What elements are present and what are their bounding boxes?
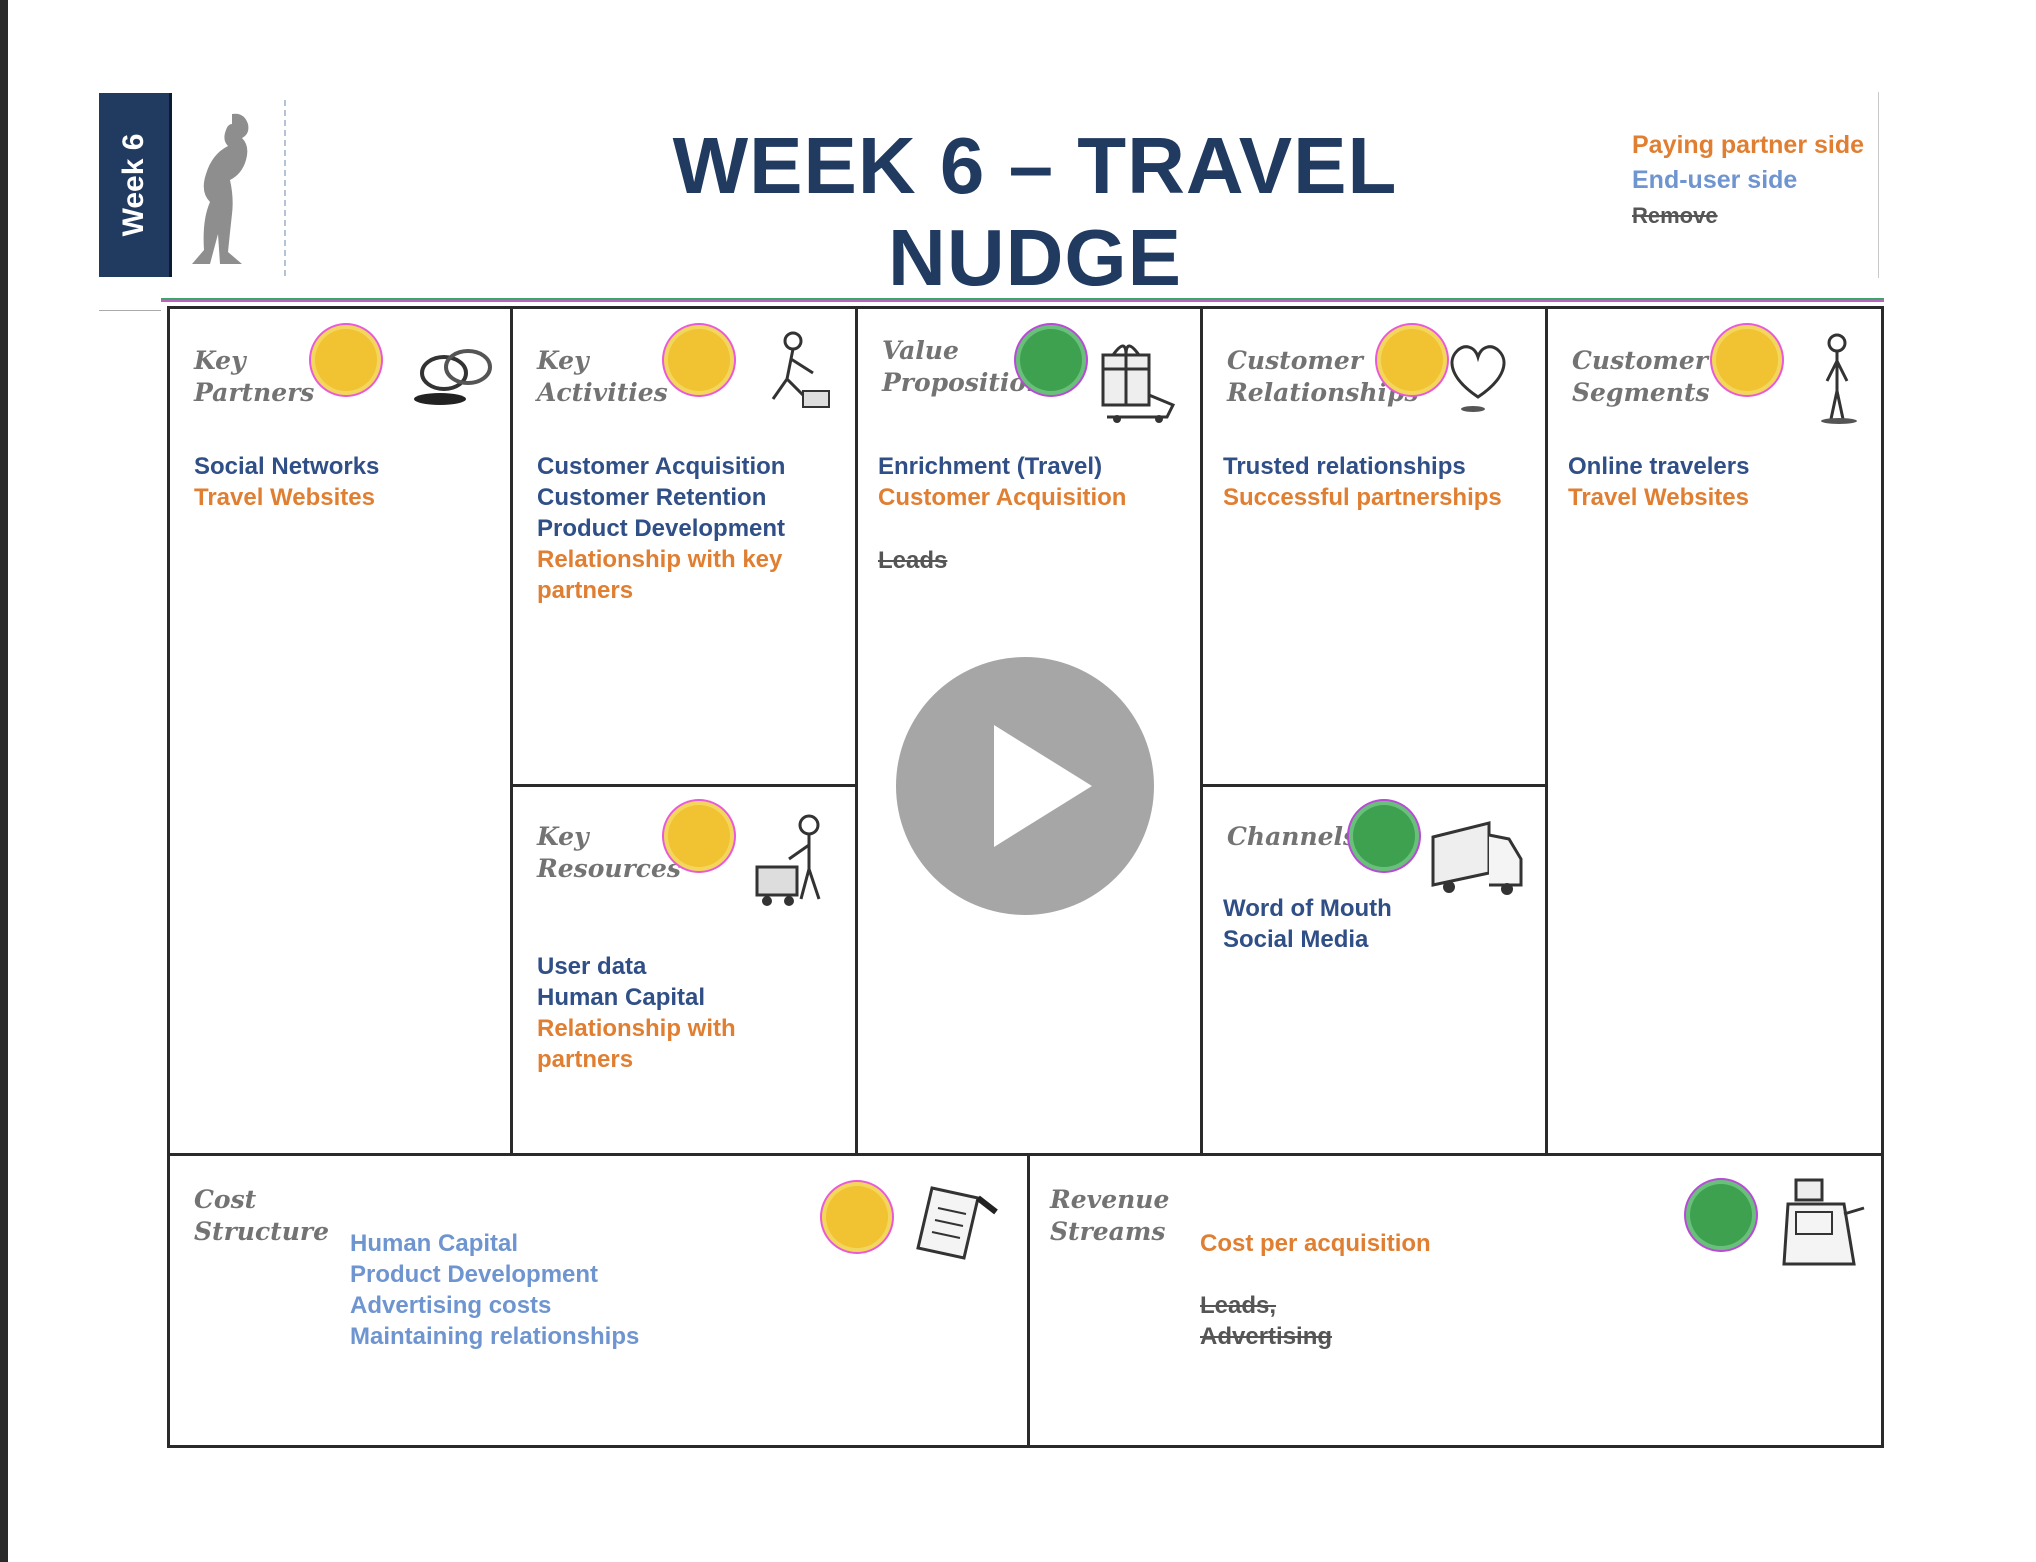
list-item: Trusted relationships [1223,453,1466,480]
item-list: User data Human Capital Relationship with p… [537,951,736,1075]
item-list: Social Networks Travel Websites [194,451,379,513]
week-tab: Week 6 [99,93,172,277]
week-tab-label: Week 6 [117,133,150,237]
divider [99,310,161,311]
list-item: Successful partnerships [1223,484,1502,511]
item-list: Online travelers Travel Websites [1568,451,1749,513]
item-list: Human Capital Product Development Advertis… [350,1228,639,1352]
play-button[interactable] [896,657,1154,915]
list-item: Social Networks [194,453,380,480]
item-list: Word of Mouth Social Media [1223,893,1392,955]
page-title: WEEK 6 – TRAVEL NUDGE [672,121,1398,302]
list-item: Advertising costs [350,1292,552,1319]
block-cost-structure: Cost Structure Human Capital Product Deve… [170,1153,1030,1445]
item-list: Cost per acquisition [1200,1228,1431,1259]
legend-enduser: End-user side [1632,166,1798,194]
list-item: Human Capital [537,984,706,1011]
legend: Paying partner side End-user side Remove [1632,128,1864,233]
list-item: Relationship with key [537,546,783,573]
block-key-resources: Key Resources User data Human Capital Rela… [513,787,858,1153]
status-dot [1353,805,1415,867]
divider [1878,92,1879,278]
removed-item: Leads, [1200,1292,1277,1319]
list-item: Enrichment (Travel) [878,453,1103,480]
list-item: partners [537,1046,634,1073]
worker-icon [771,331,830,408]
block-customer-segments: Customer Segments Online travelers Travel… [1548,309,1881,1153]
removed-item: Advertising [1200,1323,1333,1350]
status-dot [315,329,377,391]
list-item: Human Capital [350,1230,519,1257]
list-item: Customer Acquisition [537,453,786,480]
block-customer-relationships: Customer Relationships Trusted relations… [1203,309,1548,787]
list-item: Cost per acquisition [1200,1230,1431,1257]
list-item: User data [537,953,647,980]
list-item: Customer Retention [537,484,767,511]
item-list: Customer Acquisition Customer Retention Pr… [537,451,785,606]
list-item: partners [537,577,634,604]
worker-cart-icon [755,814,821,906]
person-icon [1821,333,1857,424]
block-revenue-streams: Revenue Streams Cost per acquisition Lea… [1030,1153,1881,1445]
chain-links-icon [414,349,492,405]
legend-remove: Remove [1632,203,1718,228]
list-item: Customer Acquisition [878,484,1127,511]
list-item: Maintaining relationships [350,1323,640,1350]
block-title: Customer Segments [1572,346,1710,407]
block-title: Key Activities [537,346,668,407]
block-key-partners: Key Partners Social Networks Travel Websi… [170,309,513,1153]
monk-icon [176,100,286,276]
status-dot [1690,1184,1752,1246]
list-item: Travel Websites [194,484,375,511]
list-item: Product Development [350,1261,599,1288]
block-title: Channels [1227,822,1358,851]
item-list: Enrichment (Travel) Customer Acquisition [878,451,1126,513]
status-dot [1716,329,1778,391]
block-title: Cost Structure [194,1185,329,1246]
block-title: Key Partners [194,346,315,407]
status-dot [826,1186,888,1248]
removed-item: Leads [878,547,948,574]
status-dot [1020,329,1082,391]
heart-icon [1450,345,1506,412]
status-dot [668,805,730,867]
list-item: Social Media [1223,926,1369,953]
list-item: Word of Mouth [1223,895,1392,922]
window-edge [0,0,8,1562]
block-channels: Channels Word of Mouth Social Media [1203,787,1548,1153]
status-dot [668,329,730,391]
play-icon [994,725,1092,847]
block-key-activities: Key Activities Customer Acquisition Custo… [513,309,858,787]
removed-items: Leads, Advertising [1200,1290,1332,1352]
list-item: Online travelers [1568,453,1750,480]
cash-register-icon [1782,1178,1865,1266]
list-item: Relationship with [537,1015,736,1042]
truck-icon [1431,821,1523,895]
block-title: Key Resources [537,822,681,883]
status-dot [1381,329,1443,391]
list-item: Travel Websites [1568,484,1749,511]
gift-cart-icon [1101,344,1176,423]
divider [161,298,1884,302]
legend-paying: Paying partner side [1632,131,1865,159]
item-list: Trusted relationships Successful partners… [1223,451,1502,513]
block-title: Revenue Streams [1050,1185,1170,1246]
receipt-icon [916,1186,998,1260]
list-item: Product Development [537,515,786,542]
